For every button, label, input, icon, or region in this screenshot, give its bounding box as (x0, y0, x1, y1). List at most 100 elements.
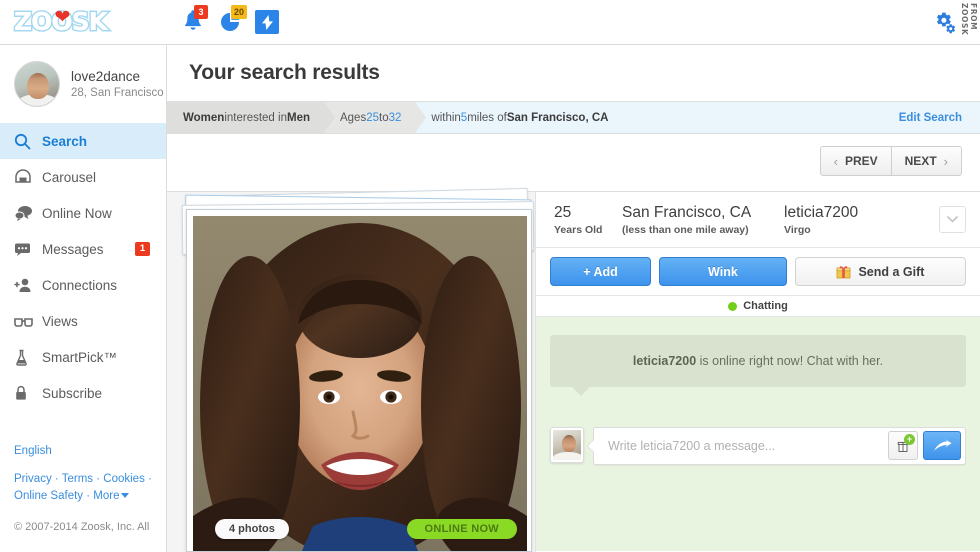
activity-badge: 20 (231, 5, 247, 19)
profile-location-value: San Francisco, CA (622, 203, 784, 223)
profile-zodiac: Virgo (784, 223, 924, 237)
carousel-icon (14, 169, 40, 185)
chat-notice-username: leticia7200 (633, 354, 696, 368)
pagination-bar: ‹ PREV NEXT › (167, 134, 980, 192)
wink-button[interactable]: Wink (659, 257, 787, 286)
footer-link-terms[interactable]: Terms (62, 473, 93, 485)
breadcrumb-location: San Francisco, CA (507, 112, 609, 124)
breadcrumb-arrow-icon (324, 102, 335, 133)
lock-icon (14, 385, 40, 402)
breadcrumb-ages[interactable]: Ages 25 to 32 (324, 102, 415, 133)
language-link[interactable]: English (14, 445, 164, 457)
message-icon (14, 242, 40, 256)
attach-gift-button[interactable]: + (888, 431, 918, 460)
prev-button-label: PREV (845, 154, 878, 168)
breadcrumb-gender-mid: interested in (224, 112, 287, 124)
breadcrumb-distance[interactable]: within 5 miles of San Francisco, CA (415, 102, 622, 133)
breadcrumb-ages-label: Ages (340, 112, 366, 124)
chat-notice-text: is online right now! Chat with her. (696, 354, 883, 368)
boost-button[interactable] (255, 9, 281, 36)
sidebar-item-carousel[interactable]: Carousel (0, 159, 166, 195)
add-button[interactable]: + Add (550, 257, 651, 286)
breadcrumb-dist-mid: miles of (467, 112, 507, 124)
zoosk-logo[interactable]: ZOOSK ZOOSK ❤ (14, 7, 109, 37)
avatar (14, 61, 60, 107)
notifications-bell-button[interactable]: 3 (181, 9, 207, 36)
breadcrumb-dist-prefix: within (431, 112, 460, 124)
top-icon-group: 3 20 (181, 9, 281, 36)
sidebar-item-label: Connections (42, 278, 117, 293)
from-zoosk-watermark: FROM ZOOSK (960, 3, 978, 44)
main-content: Your search results Women interested in … (167, 45, 980, 552)
footer-link-online-safety[interactable]: Online Safety (14, 490, 83, 502)
footer-link-more[interactable]: More (93, 490, 119, 502)
profile-age: 25 Years Old (554, 203, 622, 237)
sidebar-item-views[interactable]: Views (0, 303, 166, 339)
sidebar-item-smartpick[interactable]: SmartPick™ (0, 339, 166, 375)
send-arrow-icon (933, 439, 952, 453)
settings-gear-button[interactable] (932, 10, 956, 34)
glasses-icon (14, 315, 40, 328)
breadcrumb-age-min: 25 (366, 112, 379, 124)
next-button[interactable]: NEXT › (892, 146, 962, 176)
top-bar: ZOOSK ZOOSK ❤ 3 20 (0, 0, 980, 45)
sidebar-item-label: SmartPick™ (42, 350, 117, 365)
chevron-down-icon (121, 493, 129, 498)
sidebar-item-label: Carousel (42, 170, 96, 185)
footer-link-cookies[interactable]: Cookies (103, 473, 145, 485)
sidebar-item-label: Online Now (42, 206, 112, 221)
prev-button[interactable]: ‹ PREV (820, 146, 892, 176)
chevron-left-icon: ‹ (834, 154, 838, 169)
green-dot-icon (728, 302, 737, 311)
search-result: 4 photos ONLINE NOW 25 Years Old San Fra… (167, 192, 980, 552)
profile-identity: leticia7200 Virgo (784, 203, 924, 237)
next-button-label: NEXT (905, 154, 937, 168)
sidebar-item-subscribe[interactable]: Subscribe (0, 375, 166, 411)
breadcrumb-gender-from: Women (183, 112, 224, 124)
heart-icon: ❤ (54, 10, 71, 26)
send-gift-button[interactable]: Send a Gift (795, 257, 966, 286)
profile-photo[interactable]: 4 photos ONLINE NOW (186, 209, 532, 552)
message-input[interactable] (608, 439, 838, 453)
sidebar-footer: English Privacy · Terms · Cookies · Onli… (14, 445, 164, 533)
profile-options-button[interactable] (939, 206, 966, 233)
sidebar-item-online-now[interactable]: Online Now (0, 195, 166, 231)
chevron-right-icon: › (944, 154, 948, 169)
sidebar-nav: Search Carousel Online Now Messages (0, 123, 166, 411)
page-title: Your search results (189, 61, 380, 85)
profile-location: San Francisco, CA (less than one mile aw… (622, 203, 784, 237)
sidebar-user-text: love2dance 28, San Francisco (71, 68, 164, 101)
sidebar-item-connections[interactable]: Connections (0, 267, 166, 303)
flask-icon (14, 349, 40, 366)
photo-count-badge[interactable]: 4 photos (215, 519, 289, 539)
photo-badges: 4 photos ONLINE NOW (187, 519, 531, 539)
chat-bubbles-icon (14, 205, 40, 221)
activity-pie-button[interactable]: 20 (218, 9, 244, 36)
composer-avatar (550, 427, 584, 463)
page-header: Your search results (167, 45, 980, 102)
online-now-badge: ONLINE NOW (407, 519, 518, 539)
breadcrumb: Women interested in Men Ages 25 to 32 wi… (167, 102, 980, 134)
profile-summary-row: 25 Years Old San Francisco, CA (less tha… (536, 192, 980, 248)
edit-search-link[interactable]: Edit Search (899, 102, 962, 133)
sidebar-item-label: Messages (42, 242, 104, 257)
chevron-down-icon (947, 216, 958, 223)
message-input-wrap: + (593, 427, 966, 465)
send-gift-label: Send a Gift (858, 265, 924, 279)
chat-composer: + (550, 427, 966, 465)
profile-photo-stack[interactable]: 4 photos ONLINE NOW (180, 192, 540, 552)
profile-action-bar: + Add Wink Send a Gift (536, 248, 980, 296)
search-icon (14, 133, 40, 150)
profile-username: leticia7200 (784, 203, 924, 223)
send-message-button[interactable] (923, 431, 961, 460)
footer-link-privacy[interactable]: Privacy (14, 473, 52, 485)
composer-buttons: + (888, 431, 961, 460)
breadcrumb-ages-join: to (379, 112, 389, 124)
breadcrumb-gender[interactable]: Women interested in Men (167, 102, 324, 133)
sidebar-item-messages[interactable]: Messages 1 (0, 231, 166, 267)
sidebar-user-profile[interactable]: love2dance 28, San Francisco (0, 45, 166, 121)
plus-badge-icon: + (904, 434, 915, 445)
sidebar-item-search[interactable]: Search (0, 123, 166, 159)
sidebar-user-subtitle: 28, San Francisco (71, 85, 164, 101)
messages-badge: 1 (135, 242, 150, 256)
